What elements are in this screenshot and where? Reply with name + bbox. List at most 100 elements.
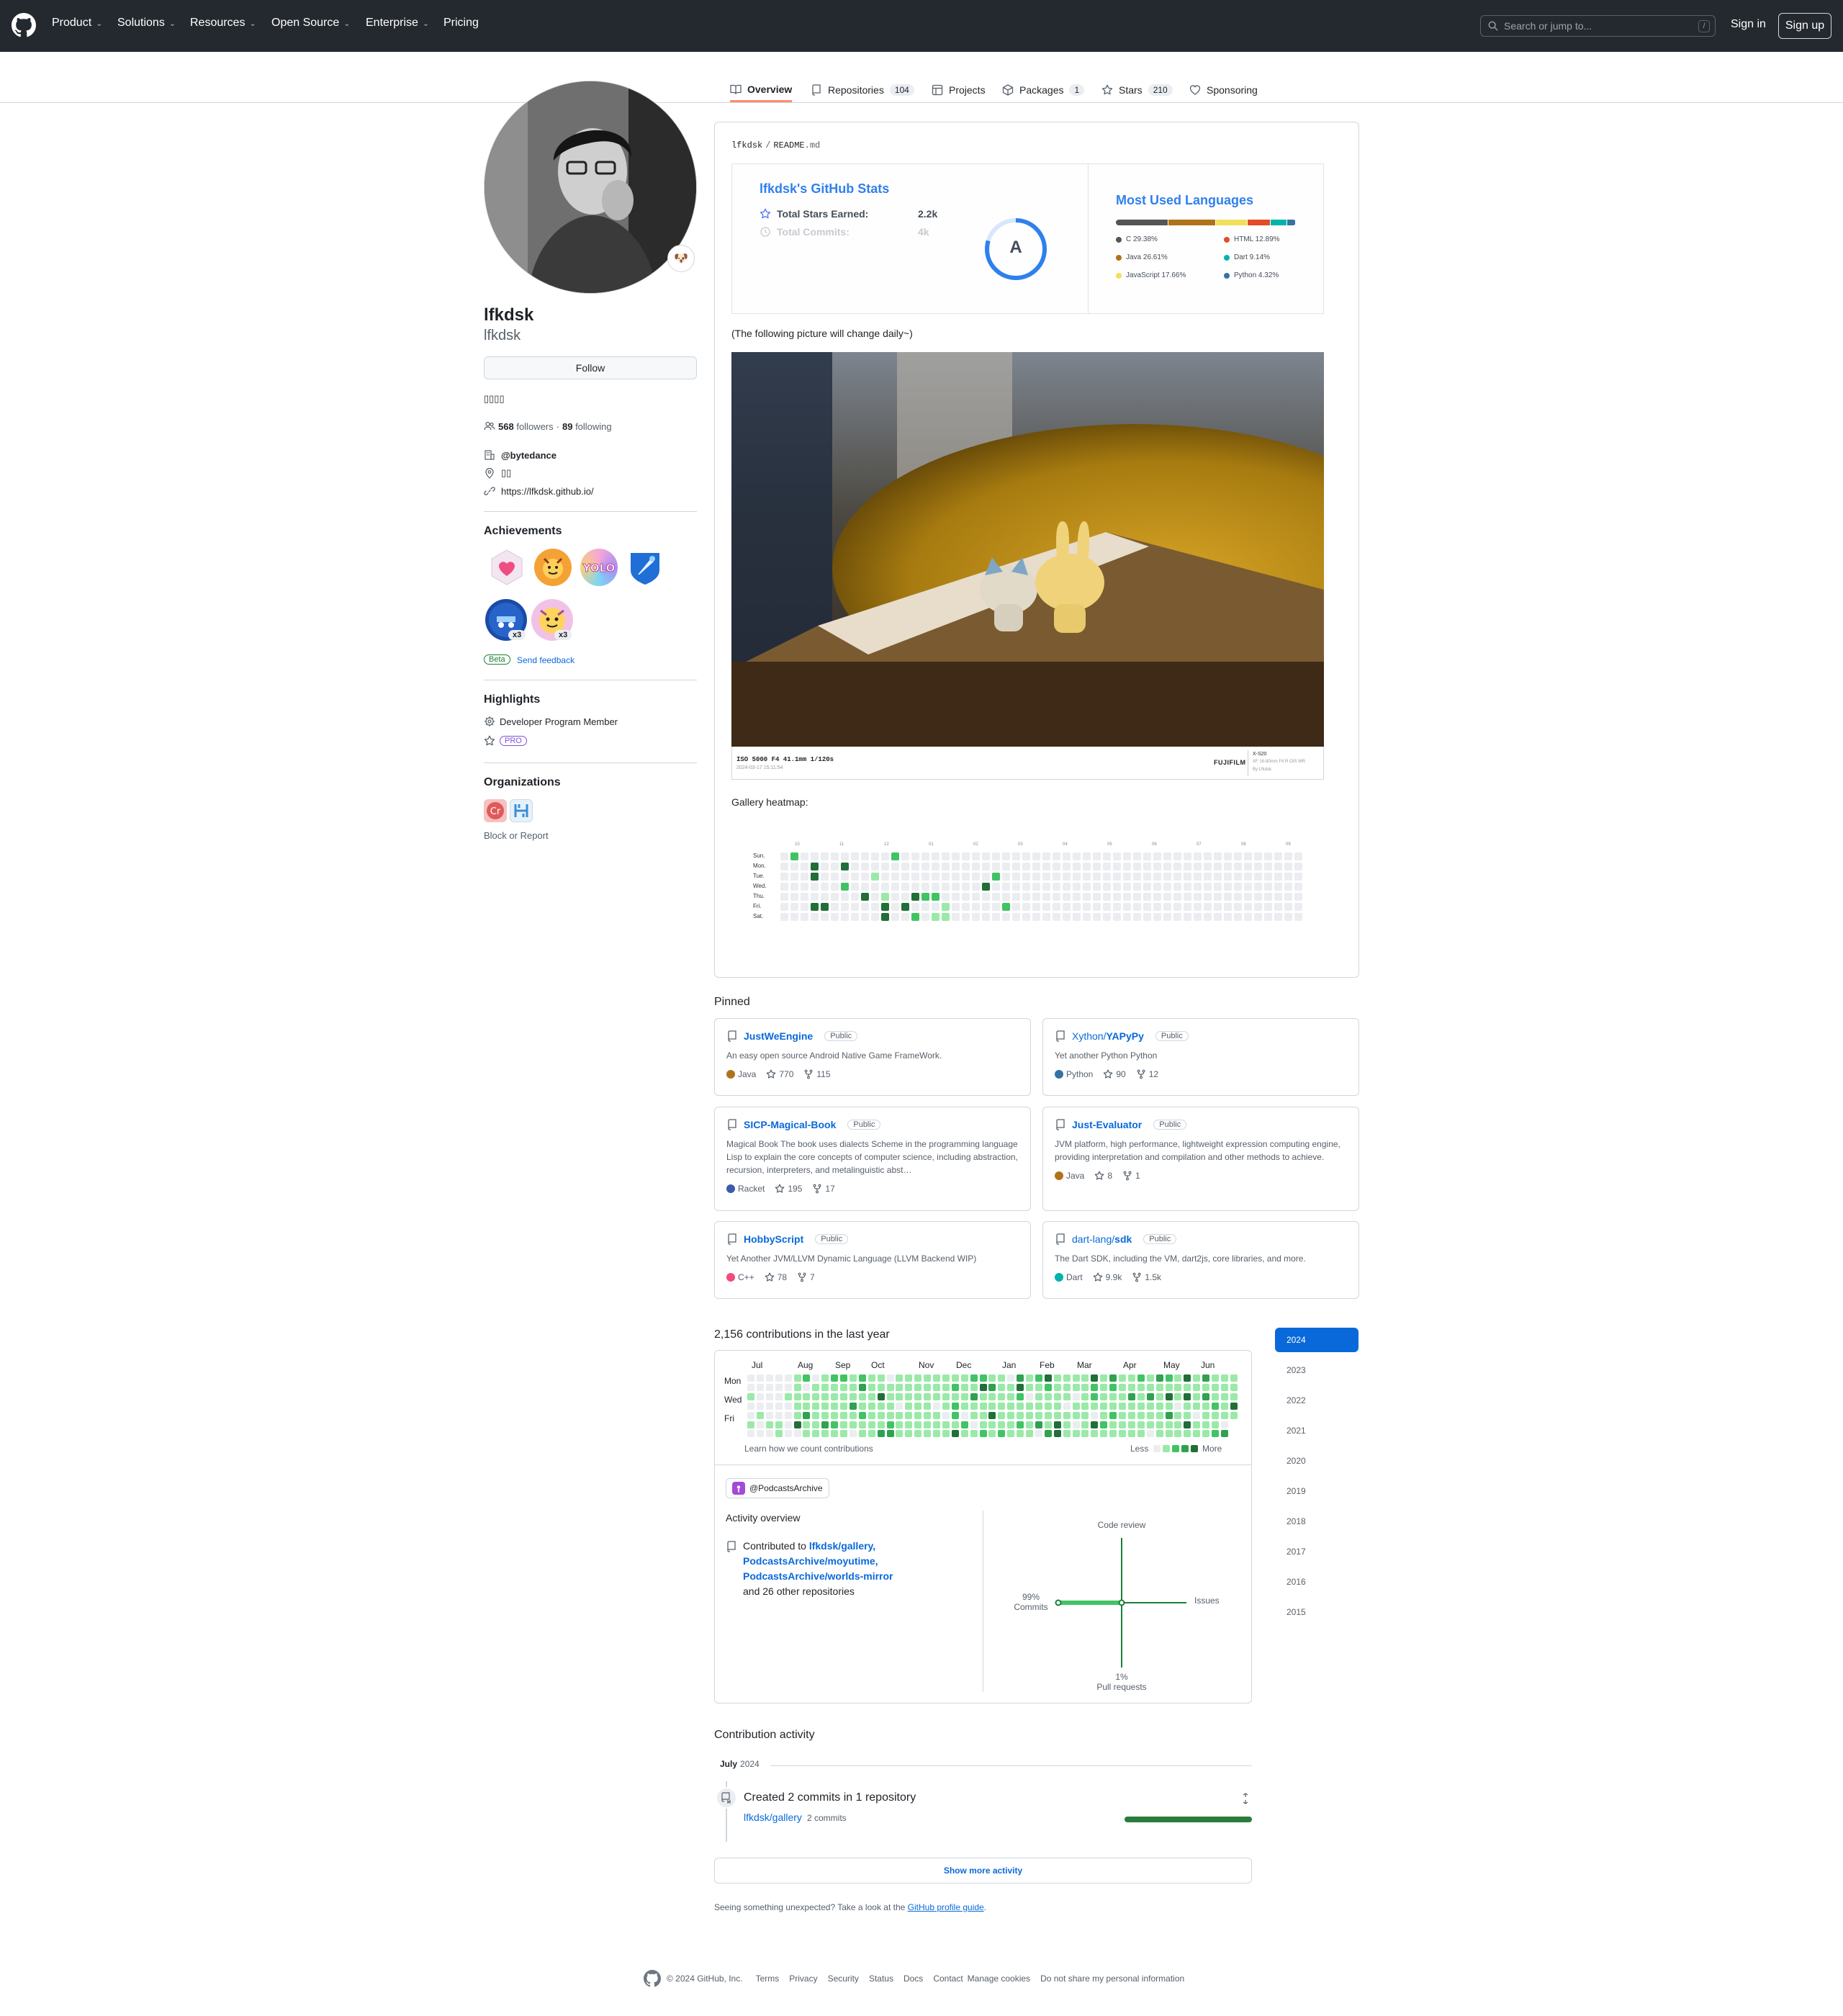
status-emoji-button[interactable]: 🐶	[667, 245, 695, 272]
contribution-cell[interactable]	[1184, 1383, 1191, 1391]
contribution-cell[interactable]	[812, 1392, 820, 1400]
contribution-cell[interactable]	[1212, 1421, 1219, 1428]
contribution-cell[interactable]	[1053, 1430, 1061, 1438]
contribution-cell[interactable]	[803, 1411, 811, 1419]
contribution-cell[interactable]	[803, 1392, 811, 1400]
contribution-cell[interactable]	[933, 1411, 940, 1419]
contribution-cell[interactable]	[1119, 1421, 1126, 1428]
contribution-cell[interactable]	[960, 1383, 968, 1391]
contribution-cell[interactable]	[1100, 1402, 1108, 1410]
contribution-cell[interactable]	[886, 1421, 894, 1428]
contribution-cell[interactable]	[1174, 1392, 1182, 1400]
contribution-cell[interactable]	[840, 1430, 847, 1438]
contribution-cell[interactable]	[1072, 1411, 1080, 1419]
contribution-cell[interactable]	[896, 1430, 904, 1438]
contribution-cell[interactable]	[1165, 1374, 1173, 1382]
contribution-cell[interactable]	[831, 1374, 839, 1382]
contribution-cell[interactable]	[905, 1392, 913, 1400]
contribution-cell[interactable]	[868, 1374, 875, 1382]
repo-stars-link[interactable]: 8	[1094, 1171, 1112, 1181]
contribution-cell[interactable]	[979, 1374, 987, 1382]
contribution-cell[interactable]	[1017, 1383, 1024, 1391]
contribution-cell[interactable]	[988, 1402, 996, 1410]
contribution-cell[interactable]	[896, 1383, 904, 1391]
contribution-cell[interactable]	[831, 1383, 839, 1391]
contribution-cell[interactable]	[951, 1392, 959, 1400]
footer-link-terms[interactable]: Terms	[756, 1974, 780, 1984]
contribution-cell[interactable]	[747, 1421, 754, 1428]
contribution-cell[interactable]	[877, 1430, 885, 1438]
contribution-cell[interactable]	[979, 1430, 987, 1438]
repo-link-moyutime[interactable]: PodcastsArchive/moyutime,	[743, 1555, 878, 1567]
contribution-cell[interactable]	[868, 1402, 875, 1410]
contribution-cell[interactable]	[1091, 1374, 1099, 1382]
contribution-cell[interactable]	[970, 1392, 978, 1400]
contribution-cell[interactable]	[942, 1411, 950, 1419]
contribution-cell[interactable]	[1081, 1374, 1089, 1382]
contribution-cell[interactable]	[1007, 1421, 1015, 1428]
contribution-cell[interactable]	[1230, 1383, 1238, 1391]
contribution-cell[interactable]	[803, 1402, 811, 1410]
contribution-cell[interactable]	[1174, 1374, 1182, 1382]
contribution-cell[interactable]	[1165, 1392, 1173, 1400]
contribution-cell[interactable]	[1007, 1383, 1015, 1391]
repo-forks-link[interactable]: 7	[797, 1272, 815, 1282]
contribution-cell[interactable]	[1081, 1411, 1089, 1419]
contribution-cell[interactable]	[1026, 1383, 1033, 1391]
contribution-cell[interactable]	[1007, 1374, 1015, 1382]
contribution-cell[interactable]	[765, 1430, 773, 1438]
badge-starstruck[interactable]	[626, 549, 664, 586]
contribution-cell[interactable]	[784, 1421, 792, 1428]
contribution-cell[interactable]	[765, 1392, 773, 1400]
contribution-cell[interactable]	[840, 1421, 847, 1428]
contribution-cell[interactable]	[960, 1402, 968, 1410]
contribution-cell[interactable]	[1044, 1421, 1052, 1428]
contribution-cell[interactable]	[1127, 1374, 1135, 1382]
contribution-cell[interactable]	[951, 1374, 959, 1382]
contribution-cell[interactable]	[1127, 1392, 1135, 1400]
contribution-cell[interactable]	[1026, 1392, 1033, 1400]
contribution-cell[interactable]	[970, 1374, 978, 1382]
contribution-cell[interactable]	[812, 1421, 820, 1428]
contribution-cell[interactable]	[886, 1430, 894, 1438]
contribution-cell[interactable]	[1072, 1374, 1080, 1382]
contribution-cell[interactable]	[905, 1421, 913, 1428]
contribution-cell[interactable]	[793, 1421, 801, 1428]
contribution-cell[interactable]	[979, 1402, 987, 1410]
contribution-cell[interactable]	[1174, 1402, 1182, 1410]
contribution-cell[interactable]	[756, 1383, 764, 1391]
contribution-cell[interactable]	[1165, 1430, 1173, 1438]
contribution-cell[interactable]	[988, 1392, 996, 1400]
contribution-cell[interactable]	[1119, 1374, 1126, 1382]
year-link-2016[interactable]: 2016	[1275, 1570, 1358, 1594]
contribution-cell[interactable]	[998, 1430, 1006, 1438]
contribution-cell[interactable]	[1100, 1374, 1108, 1382]
contribution-cell[interactable]	[951, 1430, 959, 1438]
nav-resources[interactable]: Resources ⌄	[190, 17, 256, 30]
contribution-cell[interactable]	[747, 1430, 754, 1438]
contribution-cell[interactable]	[1212, 1392, 1219, 1400]
repo-stars-link[interactable]: 9.9k	[1093, 1272, 1122, 1282]
contribution-cell[interactable]	[1146, 1392, 1154, 1400]
contribution-cell[interactable]	[868, 1430, 875, 1438]
nav-open-source[interactable]: Open Source ⌄	[271, 17, 351, 30]
contribution-cell[interactable]	[1072, 1383, 1080, 1391]
contribution-cell[interactable]	[747, 1374, 754, 1382]
contribution-cell[interactable]	[1053, 1411, 1061, 1419]
contribution-cell[interactable]	[1063, 1402, 1071, 1410]
contribution-cell[interactable]	[914, 1383, 922, 1391]
year-link-2021[interactable]: 2021	[1275, 1418, 1358, 1443]
contribution-cell[interactable]	[1155, 1392, 1163, 1400]
contribution-cell[interactable]	[840, 1392, 847, 1400]
contribution-cell[interactable]	[1174, 1421, 1182, 1428]
contribution-cell[interactable]	[1184, 1374, 1191, 1382]
contribution-cell[interactable]	[1053, 1402, 1061, 1410]
contribution-cell[interactable]	[775, 1383, 783, 1391]
contribution-cell[interactable]	[942, 1402, 950, 1410]
contribution-cell[interactable]	[1155, 1402, 1163, 1410]
nav-product[interactable]: Product ⌄	[52, 17, 102, 30]
year-link-2020[interactable]: 2020	[1275, 1449, 1358, 1473]
send-feedback-link[interactable]: Send feedback	[517, 655, 574, 665]
contribution-cell[interactable]	[765, 1421, 773, 1428]
contribution-cell[interactable]	[933, 1430, 940, 1438]
